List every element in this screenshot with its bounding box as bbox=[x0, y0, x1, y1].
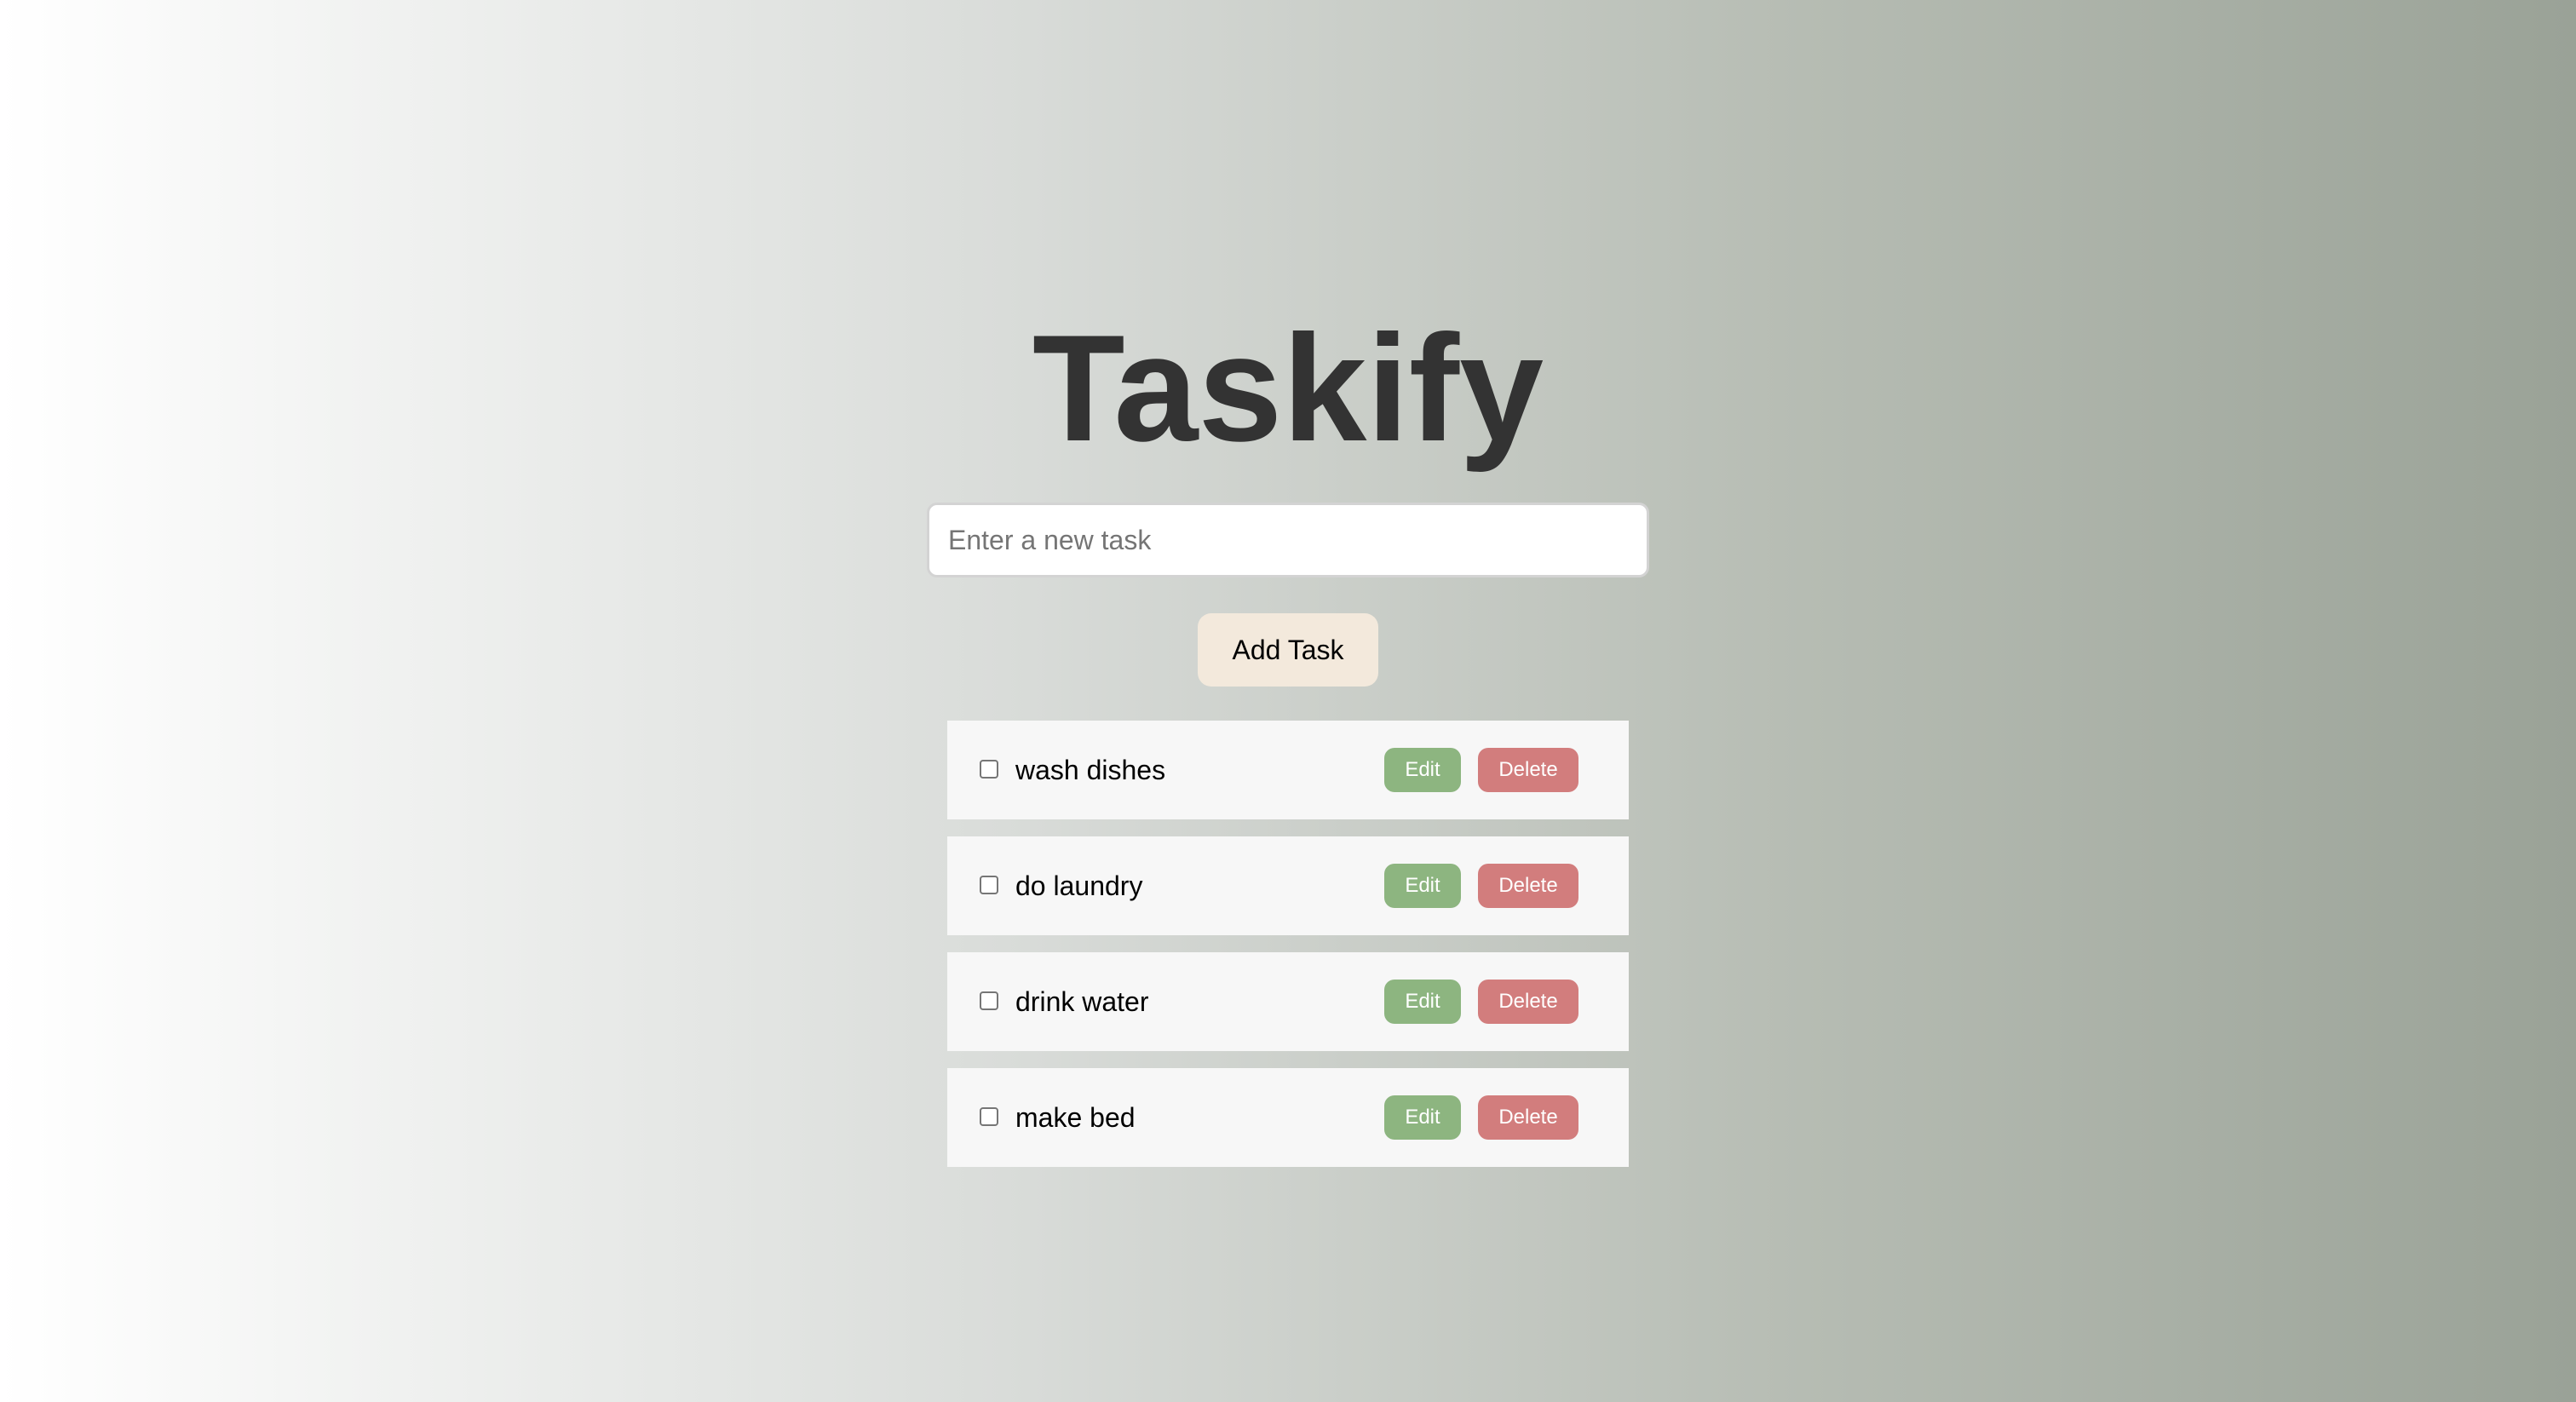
delete-button[interactable]: Delete bbox=[1478, 864, 1578, 908]
delete-button[interactable]: Delete bbox=[1478, 748, 1578, 792]
task-item: do laundry Edit Delete bbox=[947, 836, 1629, 935]
task-label: drink water bbox=[1015, 986, 1149, 1017]
task-checkbox[interactable] bbox=[980, 760, 998, 779]
app-title: Taskify bbox=[1032, 303, 1544, 473]
task-list: wash dishes Edit Delete do laundry Edit … bbox=[947, 721, 1629, 1184]
task-label: make bed bbox=[1015, 1102, 1136, 1133]
task-item: wash dishes Edit Delete bbox=[947, 721, 1629, 819]
task-label: wash dishes bbox=[1015, 755, 1166, 785]
edit-button[interactable]: Edit bbox=[1384, 1095, 1461, 1140]
delete-button[interactable]: Delete bbox=[1478, 980, 1578, 1024]
task-checkbox[interactable] bbox=[980, 1107, 998, 1126]
edit-button[interactable]: Edit bbox=[1384, 864, 1461, 908]
new-task-input[interactable] bbox=[927, 503, 1649, 577]
delete-button[interactable]: Delete bbox=[1478, 1095, 1578, 1140]
task-checkbox[interactable] bbox=[980, 876, 998, 894]
task-item: drink water Edit Delete bbox=[947, 952, 1629, 1051]
taskify-app: Taskify Add Task wash dishes Edit Delete… bbox=[0, 0, 2576, 1402]
edit-button[interactable]: Edit bbox=[1384, 980, 1461, 1024]
edit-button[interactable]: Edit bbox=[1384, 748, 1461, 792]
task-label: do laundry bbox=[1015, 871, 1143, 901]
task-checkbox[interactable] bbox=[980, 991, 998, 1010]
task-item: make bed Edit Delete bbox=[947, 1068, 1629, 1167]
add-task-button[interactable]: Add Task bbox=[1198, 613, 1378, 687]
